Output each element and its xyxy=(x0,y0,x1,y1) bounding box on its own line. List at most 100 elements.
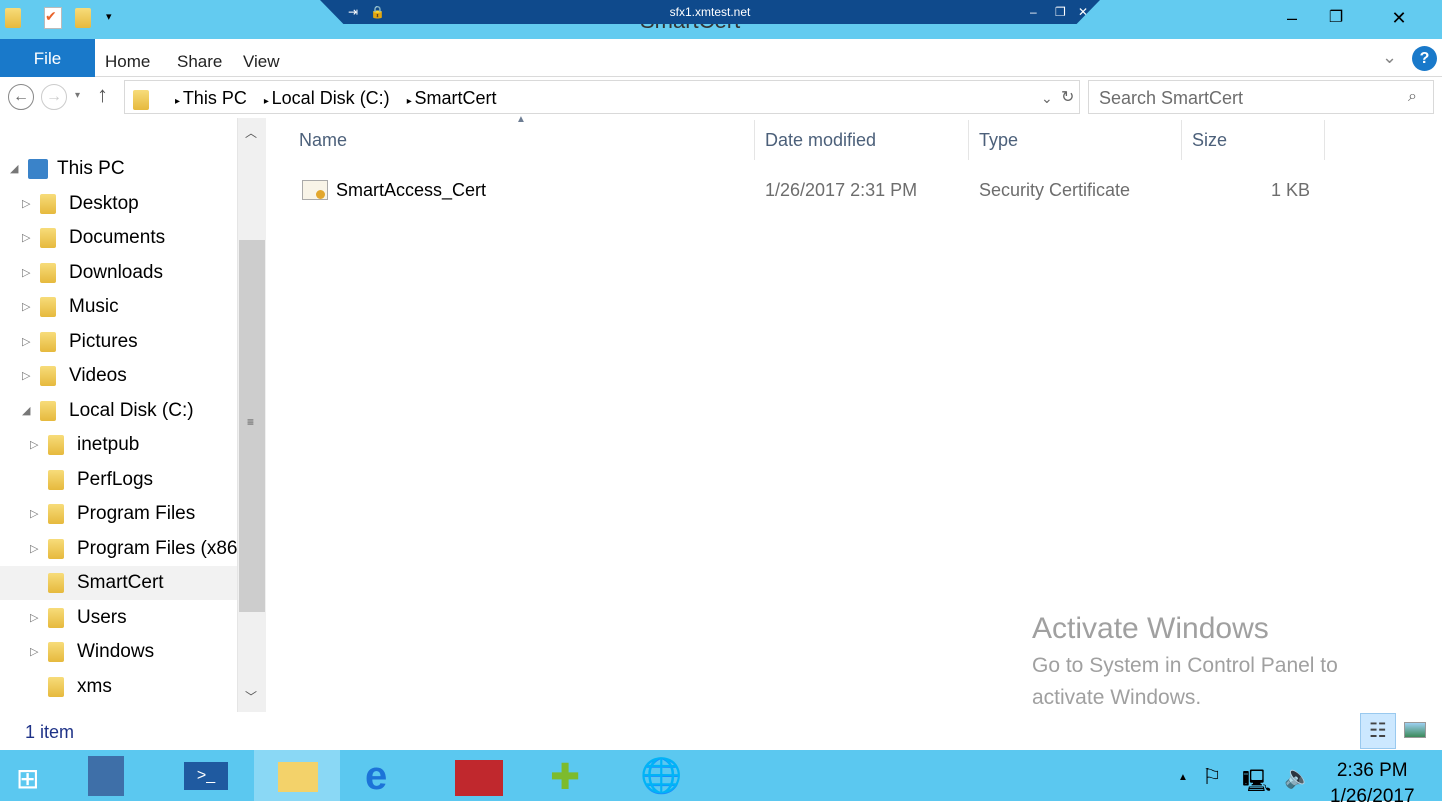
powershell-icon[interactable]: >_ xyxy=(164,750,250,801)
toolbox-icon[interactable] xyxy=(437,750,523,801)
forward-button[interactable]: → xyxy=(41,84,67,110)
network-globe-icon[interactable]: 🌐 xyxy=(620,750,706,801)
volume-muted-icon[interactable]: 🔈 xyxy=(1284,764,1311,790)
search-icon[interactable]: ⌕ xyxy=(1408,88,1417,106)
expand-icon[interactable]: ▷ xyxy=(22,290,30,324)
clock[interactable]: 2:36 PM 1/26/2017 xyxy=(1330,758,1415,810)
refresh-icon[interactable]: ↻ xyxy=(1061,81,1074,115)
scroll-up-icon[interactable]: ︿ xyxy=(245,124,257,141)
expand-icon[interactable]: ▷ xyxy=(22,187,30,221)
show-hidden-icons-button[interactable]: ▲ xyxy=(1178,772,1188,783)
properties-icon[interactable]: ✔ xyxy=(44,7,62,29)
large-icons-view-button[interactable] xyxy=(1404,722,1426,738)
expand-icon[interactable]: ▷ xyxy=(30,635,38,669)
folder-icon xyxy=(40,228,56,248)
file-explorer-icon[interactable] xyxy=(254,750,340,801)
back-button[interactable]: ← xyxy=(8,84,34,110)
rd-restore-button[interactable]: ❐ xyxy=(1055,0,1066,24)
nav-item[interactable]: ◢ Local Disk (C:) xyxy=(0,394,237,428)
file-size: 1 KB xyxy=(1270,180,1310,200)
nav-item[interactable]: ▷ Desktop xyxy=(0,187,237,221)
citrix-icon[interactable]: ✚ xyxy=(528,750,614,801)
pin-icon[interactable]: ⇥ xyxy=(348,0,358,24)
recent-locations-icon[interactable]: ▾ xyxy=(75,90,80,101)
address-dropdown-icon[interactable]: ⌄ xyxy=(1041,81,1053,115)
folder-icon xyxy=(48,676,64,697)
watermark-line1: Go to System in Control Panel to xyxy=(1032,654,1338,677)
expand-icon[interactable]: ▷ xyxy=(22,256,30,290)
nav-item[interactable]: SmartCert xyxy=(0,566,237,600)
scroll-down-icon[interactable]: ﹀ xyxy=(245,688,257,705)
expand-icon[interactable]: ▷ xyxy=(22,221,30,255)
tab-home[interactable]: Home xyxy=(105,52,150,72)
nav-item-label: Videos xyxy=(69,365,127,386)
nav-item[interactable]: ▷ Pictures xyxy=(0,325,237,359)
internet-explorer-icon[interactable]: e xyxy=(343,750,429,801)
collapse-icon[interactable]: ◢ xyxy=(22,394,30,428)
column-header-type[interactable]: Type xyxy=(969,120,1182,160)
breadcrumb-this-pc[interactable]: This PC xyxy=(183,88,247,108)
file-row[interactable]: SmartAccess_Cert 1/26/2017 2:31 PM Secur… xyxy=(290,172,1320,212)
file-name[interactable]: SmartAccess_Cert xyxy=(336,180,486,201)
scrollbar-thumb[interactable]: ≡ xyxy=(239,240,265,612)
address-bar[interactable]: ▸ This PC ▸ Local Disk (C:) ▸ SmartCert … xyxy=(124,80,1080,114)
nav-item[interactable]: xms xyxy=(0,670,237,704)
nav-item-label: Windows xyxy=(77,641,155,662)
nav-item[interactable]: ▷ Program Files xyxy=(0,497,237,531)
folder-icon xyxy=(48,538,64,559)
nav-item[interactable]: ▷ Documents xyxy=(0,221,237,255)
breadcrumb-smartcert[interactable]: SmartCert xyxy=(415,88,497,108)
tab-share[interactable]: Share xyxy=(177,52,222,72)
details-view-button[interactable]: ☷ xyxy=(1360,713,1396,749)
folder-icon xyxy=(48,435,64,455)
nav-item-label: Program Files xyxy=(77,503,196,524)
customize-quick-access-icon[interactable]: ▾ xyxy=(106,10,112,23)
file-date: 1/26/2017 2:31 PM xyxy=(765,180,918,200)
certificate-icon xyxy=(302,180,328,200)
nav-item[interactable]: ▷ Videos xyxy=(0,359,237,393)
clock-time: 2:36 PM xyxy=(1336,760,1408,781)
action-center-icon[interactable]: ⚐ xyxy=(1202,764,1222,790)
remote-desktop-bar: ⇥ 🔒 sfx1.xmtest.net – ❐ ✕ xyxy=(320,0,1100,24)
nav-item-label: inetpub xyxy=(77,434,140,455)
nav-item[interactable]: ▷ Program Files (x86) xyxy=(0,532,244,566)
breadcrumb-local-disk[interactable]: Local Disk (C:) xyxy=(272,88,390,108)
column-header-date[interactable]: Date modified xyxy=(755,120,969,160)
up-button[interactable]: ↑ xyxy=(97,82,108,108)
column-header-name[interactable]: Name xyxy=(289,120,755,160)
nav-item[interactable]: ▷ Music xyxy=(0,290,237,324)
nav-item[interactable]: ▷ Users xyxy=(0,601,237,635)
expand-icon[interactable]: ▷ xyxy=(30,601,38,635)
nav-item-label: Users xyxy=(77,606,127,628)
folder-icon xyxy=(133,87,149,121)
nav-item[interactable]: PerfLogs xyxy=(0,463,237,497)
server-manager-icon[interactable] xyxy=(70,750,156,801)
computer-icon xyxy=(28,159,48,179)
expand-icon[interactable]: ▷ xyxy=(30,497,38,531)
minimize-button[interactable]: – xyxy=(1268,0,1316,36)
lock-icon: 🔒 xyxy=(370,5,385,19)
column-header-size[interactable]: Size xyxy=(1182,120,1325,160)
nav-item[interactable]: ▷ inetpub xyxy=(0,428,237,462)
rd-minimize-button[interactable]: – xyxy=(1030,0,1037,24)
nav-item-label: Local Disk (C:) xyxy=(69,399,194,421)
new-folder-icon[interactable] xyxy=(75,8,91,33)
nav-item[interactable]: ▷ Windows xyxy=(0,635,237,669)
help-icon[interactable]: ? xyxy=(1412,46,1437,71)
network-icon[interactable]: 🖳 xyxy=(1242,764,1271,802)
collapse-icon[interactable]: ◢ xyxy=(10,152,18,186)
nav-item[interactable]: ◢ This PC xyxy=(0,152,237,186)
expand-icon[interactable]: ▷ xyxy=(22,359,30,393)
expand-ribbon-icon[interactable]: ⌄ xyxy=(1382,47,1397,68)
tab-file[interactable]: File xyxy=(0,39,95,77)
maximize-button[interactable]: ❐ xyxy=(1316,0,1356,36)
expand-icon[interactable]: ▷ xyxy=(30,532,38,566)
status-item-count: 1 item xyxy=(25,722,75,742)
expand-icon[interactable]: ▷ xyxy=(22,325,30,359)
search-input[interactable]: Search SmartCert xyxy=(1088,80,1434,114)
folder-icon xyxy=(40,262,56,283)
expand-icon[interactable]: ▷ xyxy=(30,428,38,462)
nav-item[interactable]: ▷ Downloads xyxy=(0,256,237,290)
tab-view[interactable]: View xyxy=(243,52,280,72)
close-button[interactable]: ✕ xyxy=(1356,0,1442,36)
